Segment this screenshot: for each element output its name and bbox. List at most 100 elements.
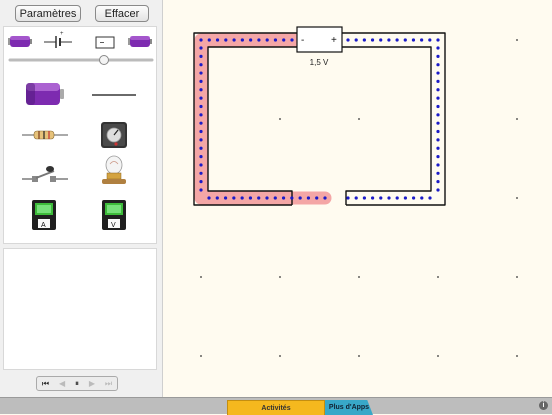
electron-dot: [199, 104, 203, 109]
electron-dot: [199, 163, 203, 167]
clear-button[interactable]: Effacer: [95, 5, 149, 22]
electron-dot: [354, 196, 358, 200]
electron-dot: [436, 121, 440, 125]
electron-dot: [436, 96, 440, 100]
battery-component[interactable]: - +: [296, 26, 343, 53]
electron-dot: [387, 196, 391, 200]
electron-dot: [436, 180, 440, 184]
electron-dot: [199, 154, 203, 159]
electron-dot: [290, 38, 294, 42]
box-symbol-icon[interactable]: [95, 36, 115, 49]
electron-dot: [199, 138, 203, 142]
electron-dot: [346, 38, 350, 42]
tab-more-apps[interactable]: Plus d'Apps: [325, 400, 373, 415]
electron-dot: [199, 188, 203, 192]
electron-dot: [428, 38, 432, 42]
ammeter-icon[interactable]: A: [32, 200, 56, 230]
prev-frame-button[interactable]: ◀: [59, 377, 65, 390]
electron-dot: [199, 121, 203, 125]
battery-plus-label: +: [331, 35, 337, 46]
electron-dot: [207, 38, 211, 42]
battery-minus-label: -: [301, 35, 304, 46]
electron-dot: [199, 79, 203, 84]
settings-button[interactable]: Paramètres: [15, 5, 81, 22]
electron-dot: [224, 38, 228, 42]
electron-dot: [232, 38, 236, 42]
bulb-icon[interactable]: [102, 155, 126, 184]
electron-dot: [323, 196, 327, 200]
electron-dot: [199, 146, 203, 150]
electron-dot: [290, 196, 294, 200]
electron-dot: [362, 196, 366, 200]
electron-dot: [265, 196, 269, 200]
electron-dot: [436, 38, 440, 42]
electron-dot: [395, 38, 399, 42]
svg-text:A: A: [41, 222, 46, 229]
electron-dot: [420, 196, 424, 200]
bottom-bar: Activités Plus d'Apps i: [0, 397, 552, 415]
electron-dot: [412, 196, 416, 200]
electron-dot: [436, 146, 440, 150]
electron-dot: [248, 196, 253, 200]
battery-small-high-icon[interactable]: [128, 36, 152, 47]
electron-dot: [346, 196, 350, 200]
electron-dot: [379, 196, 383, 200]
electron-dot: [223, 196, 228, 200]
electron-dot: [240, 196, 244, 200]
electron-dot: [436, 163, 440, 167]
battery-small-low-icon[interactable]: [8, 36, 32, 47]
electron-dot: [199, 63, 203, 67]
electron-dot: [199, 129, 203, 134]
voltage-slider[interactable]: [8, 55, 154, 65]
voltmeter-icon[interactable]: V: [102, 200, 126, 230]
electron-dot: [436, 79, 440, 84]
tab-activities[interactable]: Activités: [227, 400, 325, 415]
first-frame-button[interactable]: ⏮: [42, 377, 49, 390]
electron-dot: [199, 71, 203, 75]
electron-dot: [257, 196, 261, 200]
electron-dot: [199, 96, 203, 100]
component-palette: + A V: [3, 26, 157, 244]
electron-dot: [354, 38, 358, 42]
battery-voltage-label: 1,5 V: [310, 58, 329, 67]
electron-dot: [403, 38, 407, 42]
svg-text:+: +: [60, 31, 64, 37]
electron-dot: [362, 38, 366, 42]
electron-dot: [240, 38, 244, 42]
electron-dot: [207, 196, 211, 200]
electron-dot: [306, 196, 311, 200]
electron-dot: [315, 196, 319, 200]
electron-dot: [232, 196, 236, 200]
playback-controls: ⏮ ◀ ⏸ ▶ ⏭: [36, 376, 118, 391]
electron-dot: [436, 63, 440, 67]
electron-dot: [428, 196, 432, 200]
last-frame-button[interactable]: ⏭: [105, 377, 112, 390]
electron-dot: [249, 38, 253, 42]
battery-large-icon[interactable]: [26, 83, 64, 105]
electron-dot: [298, 196, 302, 200]
electron-dot: [436, 104, 440, 109]
next-frame-button[interactable]: ▶: [89, 377, 95, 390]
electron-dot: [436, 171, 440, 175]
electron-dot: [282, 38, 286, 42]
info-icon[interactable]: i: [539, 401, 548, 410]
potentiometer-icon[interactable]: [101, 122, 127, 148]
switch-icon[interactable]: [22, 166, 68, 182]
svg-text:V: V: [111, 222, 116, 229]
electron-dot: [257, 38, 261, 42]
electron-dot: [436, 113, 440, 117]
electron-dot: [215, 38, 220, 42]
electron-dot: [273, 38, 278, 42]
electron-dot: [199, 46, 203, 50]
electron-dot: [199, 171, 203, 175]
electron-dot: [265, 38, 269, 42]
electron-dot: [199, 88, 203, 92]
info-panel: [3, 248, 157, 370]
resistor-icon[interactable]: [22, 130, 68, 140]
electron-dot: [403, 196, 407, 200]
circuit-canvas[interactable]: - + 1,5 V: [163, 0, 552, 397]
pause-button[interactable]: ⏸: [75, 377, 79, 390]
electron-dot: [281, 196, 286, 200]
electron-dot: [436, 129, 440, 134]
generator-symbol-icon[interactable]: +: [44, 31, 72, 48]
